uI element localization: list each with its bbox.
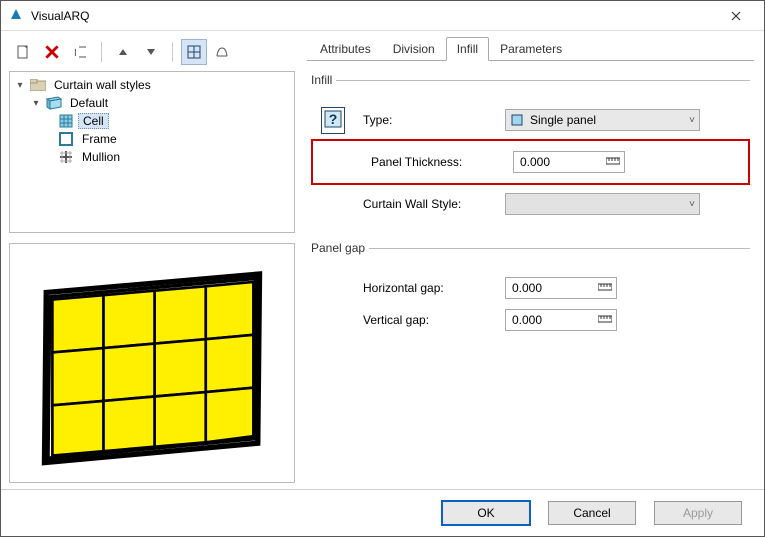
ruler-icon [594, 282, 612, 295]
single-panel-icon [510, 113, 524, 127]
mullion-icon [58, 149, 74, 165]
vgap-input-wrap[interactable] [505, 309, 617, 331]
tree-item-label: Cell [78, 113, 109, 129]
thickness-input-wrap[interactable] [513, 151, 625, 173]
chevron-down-icon: ˅ [689, 199, 695, 210]
chevron-down-icon: ˅ [689, 115, 695, 126]
ruler-icon [602, 156, 620, 169]
svg-text:?: ? [329, 111, 338, 127]
row-thickness: Panel Thickness: [319, 149, 742, 175]
row-vgap: Vertical gap: [311, 307, 750, 333]
panelgap-group: Panel gap Horizontal gap: [311, 241, 750, 339]
tree-item-cell[interactable]: Cell [12, 112, 292, 130]
tab-bar: Attributes Division Infill Parameters [307, 37, 754, 61]
vgap-input[interactable] [510, 312, 594, 328]
toolbar-separator [172, 42, 173, 62]
hgap-input-wrap[interactable] [505, 277, 617, 299]
titlebar: VisualARQ [1, 1, 764, 31]
tool-view3d-icon[interactable] [209, 39, 235, 65]
cw-style-label: Curtain Wall Style: [355, 197, 505, 211]
toolbar-separator [101, 42, 102, 62]
thickness-label: Panel Thickness: [363, 155, 513, 169]
frame-icon [58, 131, 74, 147]
infill-legend: Infill [311, 73, 336, 87]
toolbar: I [9, 37, 295, 67]
expand-icon[interactable]: ▾ [14, 80, 26, 91]
folder-icon [30, 77, 46, 93]
tool-rename-icon[interactable]: I [67, 39, 93, 65]
svg-text:I: I [74, 48, 77, 59]
hgap-label: Horizontal gap: [355, 281, 505, 295]
tree-style-label: Default [66, 96, 112, 110]
row-type: ? Type: Single panel ˅ [311, 107, 750, 133]
panelgap-legend: Panel gap [311, 241, 369, 255]
tab-division[interactable]: Division [382, 37, 446, 61]
hgap-input[interactable] [510, 280, 594, 296]
expand-icon[interactable]: ▾ [30, 98, 42, 109]
apply-button: Apply [654, 501, 742, 525]
type-value: Single panel [530, 113, 596, 127]
tree-item-frame[interactable]: Frame [12, 130, 292, 148]
tab-infill[interactable]: Infill [446, 37, 489, 61]
ok-button[interactable]: OK [442, 501, 530, 525]
tab-attributes[interactable]: Attributes [309, 37, 382, 61]
tab-parameters[interactable]: Parameters [489, 37, 573, 61]
tree-style[interactable]: ▾ Default [12, 94, 292, 112]
right-column: Attributes Division Infill Parameters In… [301, 31, 764, 489]
tree-root-label: Curtain wall styles [50, 78, 155, 92]
vgap-label: Vertical gap: [355, 313, 505, 327]
cell-icon [58, 113, 74, 129]
tab-panel-infill: Infill ? Type: [307, 61, 754, 479]
tool-delete-icon[interactable] [39, 39, 65, 65]
tool-movedown-icon[interactable] [138, 39, 164, 65]
tree-item-mullion[interactable]: Mullion [12, 148, 292, 166]
app-icon [9, 7, 23, 24]
style-tree[interactable]: ▾ Curtain wall styles ▾ Default [9, 71, 295, 233]
curtainwall-icon [46, 95, 62, 111]
preview-viewport[interactable] [9, 243, 295, 483]
ruler-icon [594, 314, 612, 327]
help-icon[interactable]: ? [321, 107, 345, 134]
left-column: I [1, 31, 301, 489]
infill-group: Infill ? Type: [311, 73, 750, 223]
thickness-input[interactable] [518, 154, 602, 170]
window-title: VisualARQ [31, 9, 89, 23]
type-label: Type: [355, 113, 505, 127]
thickness-highlight: Panel Thickness: [311, 139, 750, 185]
tree-root[interactable]: ▾ Curtain wall styles [12, 76, 292, 94]
row-cw-style: Curtain Wall Style: ˅ [311, 191, 750, 217]
close-button[interactable] [716, 2, 756, 30]
row-hgap: Horizontal gap: [311, 275, 750, 301]
tree-item-label: Mullion [78, 150, 124, 164]
cw-style-combo: ˅ [505, 193, 700, 215]
dialog-button-bar: OK Cancel Apply [1, 490, 764, 536]
dialog-window: VisualARQ I [0, 0, 765, 537]
tool-new-icon[interactable] [11, 39, 37, 65]
tool-view2d-icon[interactable] [181, 39, 207, 65]
tool-moveup-icon[interactable] [110, 39, 136, 65]
tree-item-label: Frame [78, 132, 121, 146]
type-combo[interactable]: Single panel ˅ [505, 109, 700, 131]
cancel-button[interactable]: Cancel [548, 501, 636, 525]
